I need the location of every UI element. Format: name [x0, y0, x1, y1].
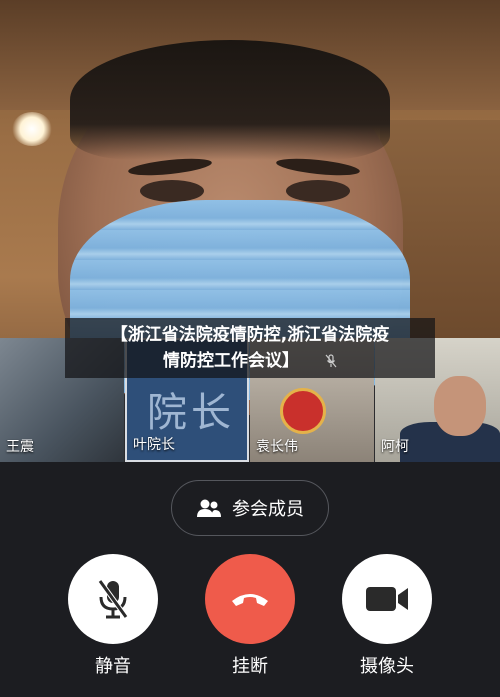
speaker-hair [70, 40, 390, 160]
mute-label: 静音 [95, 656, 131, 677]
people-icon [197, 499, 221, 517]
participant-name: 袁长伟 [256, 439, 298, 455]
participant-name: 阿柯 [381, 439, 409, 455]
court-emblem-icon [280, 388, 326, 434]
hangup-label: 挂断 [232, 656, 268, 677]
hangup-button[interactable] [205, 554, 295, 644]
title-line-2: 情防控工作会议】 [65, 348, 435, 374]
ceiling-light [12, 112, 52, 146]
camera-button[interactable] [342, 554, 432, 644]
title-line-1: 【浙江省法院疫情防控,浙江省法院疫 [110, 325, 390, 345]
participant-face [434, 376, 486, 436]
mic-muted-icon [97, 579, 129, 619]
speaker-eye [286, 180, 350, 202]
participant-name: 王震 [6, 439, 34, 455]
call-controls: 参会成员 静音 挂断 摄像头 [0, 462, 500, 697]
members-label: 参会成员 [232, 499, 304, 519]
participant-name: 叶院长 [133, 437, 175, 453]
camera-label: 摄像头 [360, 656, 414, 677]
members-button[interactable]: 参会成员 [171, 480, 329, 536]
video-camera-icon [366, 587, 408, 611]
article-title-overlay: 【浙江省法院疫情防控,浙江省法院疫 情防控工作会议】 [65, 318, 435, 378]
mute-button[interactable] [68, 554, 158, 644]
mic-muted-icon [325, 354, 337, 368]
speaker-eye [140, 180, 204, 202]
phone-hangup-icon [232, 594, 268, 606]
nameplate-text: 院长 [147, 390, 235, 436]
title-line-2-text: 情防控工作会议】 [163, 351, 300, 371]
